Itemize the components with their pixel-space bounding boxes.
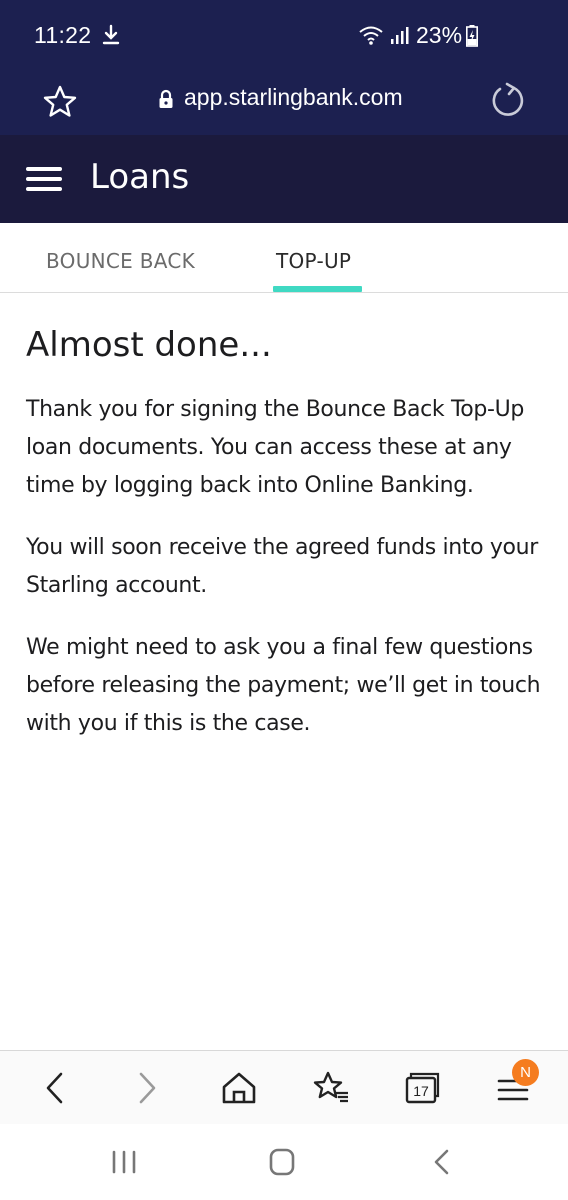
tabs-count: 17 — [413, 1083, 429, 1099]
battery-percentage: 23% — [416, 22, 463, 48]
hamburger-menu-icon[interactable] — [22, 163, 66, 195]
main-content: Almost done... Thank you for signing the… — [26, 325, 546, 767]
confirmation-paragraph: Thank you for signing the Bounce Back To… — [26, 397, 524, 498]
browser-toolbar: 17 — [0, 1050, 568, 1124]
star-icon[interactable] — [40, 82, 80, 122]
funds-paragraph: You will soon receive the agreed funds i… — [26, 535, 538, 598]
tab-top-up[interactable]: TOP-UP — [276, 249, 351, 273]
back-icon[interactable] — [32, 1065, 78, 1111]
active-tab-indicator — [273, 286, 362, 292]
browser-address-bar: app.starlingbank.com — [0, 70, 568, 135]
tabs-icon[interactable]: 17 — [398, 1065, 444, 1111]
forward-icon[interactable] — [124, 1065, 170, 1111]
url-text[interactable]: app.starlingbank.com — [184, 84, 403, 111]
tab-bounce-back[interactable]: BOUNCE BACK — [46, 249, 195, 273]
bookmarks-icon[interactable] — [308, 1065, 354, 1111]
loan-tabs: BOUNCE BACK TOP-UP — [0, 223, 568, 293]
recent-apps-icon[interactable] — [104, 1144, 144, 1180]
home-button-icon[interactable] — [262, 1144, 302, 1180]
status-time: 11:22 — [34, 22, 92, 48]
page-title: Loans — [90, 157, 190, 197]
signal-icon — [391, 27, 409, 44]
app-header: Loans — [0, 135, 568, 223]
reload-icon[interactable] — [488, 80, 528, 120]
questions-paragraph: We might need to ask you a final few que… — [26, 635, 541, 736]
home-icon[interactable] — [216, 1065, 262, 1111]
menu-notification-badge: N — [512, 1059, 539, 1086]
status-bar: 11:22 23% — [0, 0, 568, 70]
download-icon — [102, 24, 120, 45]
wifi-icon — [359, 26, 383, 45]
lock-icon — [159, 89, 173, 108]
content-heading: Almost done... — [26, 325, 272, 365]
system-navigation-bar — [0, 1124, 568, 1200]
battery-charging-icon — [466, 25, 478, 47]
system-back-icon[interactable] — [422, 1144, 462, 1180]
